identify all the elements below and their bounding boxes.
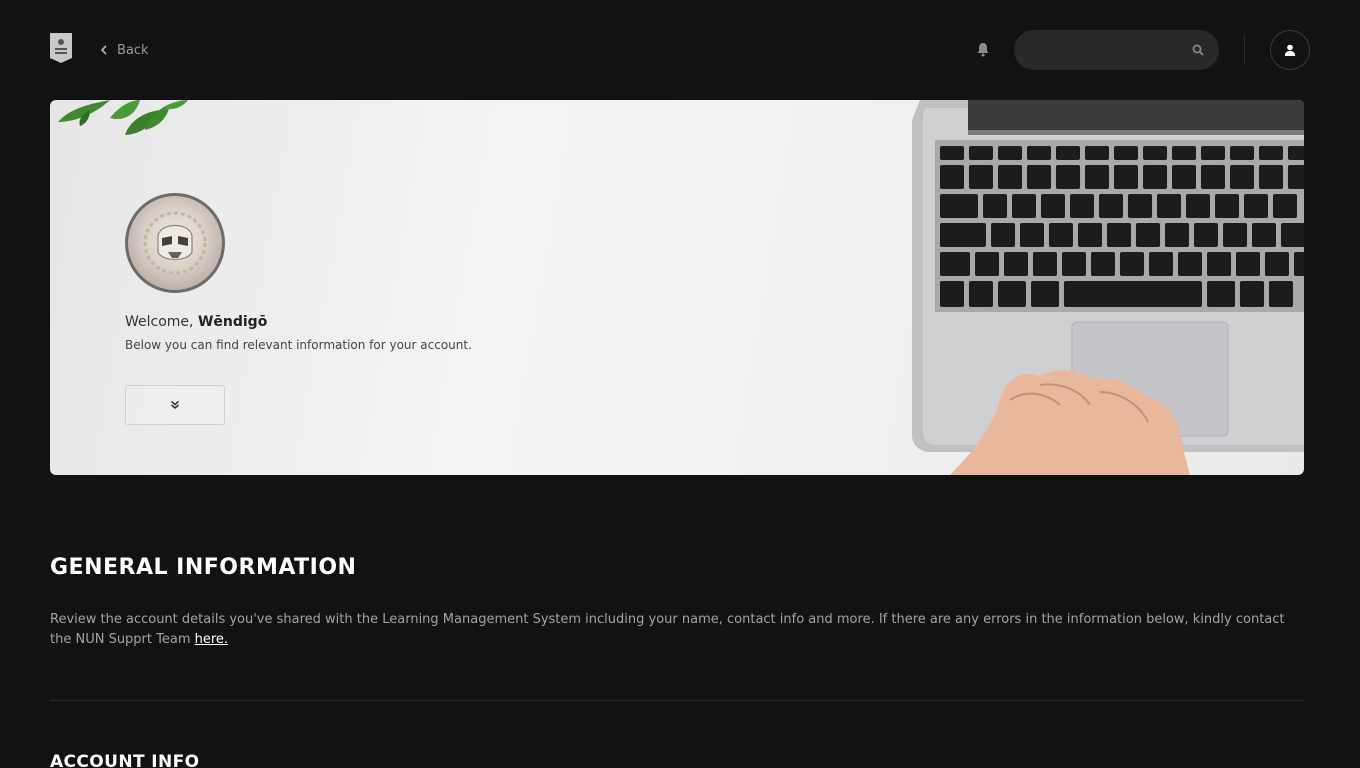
- hero-background-image: [58, 100, 1304, 475]
- account-info-title: ACCOUNT INFO: [50, 752, 200, 768]
- expand-button[interactable]: [125, 385, 225, 425]
- welcome-subtitle: Below you can find relevant information …: [125, 338, 472, 352]
- welcome-prefix: Welcome,: [125, 314, 198, 330]
- bell-icon: [977, 43, 989, 57]
- search-bar[interactable]: [1014, 30, 1219, 70]
- back-button[interactable]: Back: [100, 40, 149, 60]
- brand-logo[interactable]: [50, 33, 72, 63]
- general-information-title: GENERAL INFORMATION: [50, 555, 357, 580]
- search-icon[interactable]: [1192, 44, 1204, 56]
- profile-avatar[interactable]: [125, 193, 225, 293]
- hero-banner: Welcome, Wēndigō Below you can find rele…: [50, 100, 1304, 475]
- chevron-double-down-icon: [171, 400, 179, 409]
- header-divider: [1244, 35, 1245, 65]
- shield-logo-icon: [50, 33, 72, 63]
- notifications-button[interactable]: [976, 42, 990, 57]
- back-label: Back: [117, 42, 149, 58]
- avatar-image: [143, 211, 207, 275]
- support-link[interactable]: here.: [195, 632, 228, 647]
- user-menu-button[interactable]: [1270, 30, 1310, 70]
- section-divider: [50, 700, 1304, 701]
- chevron-left-icon: [100, 45, 107, 55]
- welcome-message: Welcome, Wēndigō: [125, 314, 267, 330]
- user-icon: [1284, 44, 1296, 56]
- user-name: Wēndigō: [197, 314, 268, 330]
- search-input[interactable]: [1030, 30, 1190, 70]
- general-information-description: Review the account details you've shared…: [50, 610, 1304, 650]
- description-text: Review the account details you've shared…: [50, 612, 1285, 647]
